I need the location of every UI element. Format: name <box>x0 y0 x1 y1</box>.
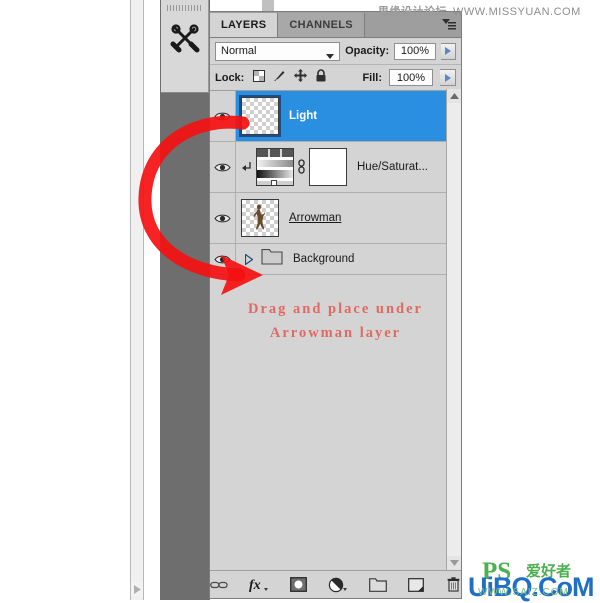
tool-dock-panel[interactable] <box>161 0 209 93</box>
link-chain-icon[interactable] <box>297 159 306 175</box>
svg-text:fx: fx <box>249 578 261 593</box>
blend-options-row: Normal Opacity: 100% <box>210 38 461 64</box>
adjustment-thumbnail-wrap[interactable] <box>236 148 347 186</box>
watermark-top: 思缘设计论坛 WWW.MISSYUAN.COM <box>378 3 581 19</box>
tab-layers[interactable]: LAYERS <box>210 13 279 37</box>
watermark-top-cn: 思缘设计论坛 <box>378 6 447 18</box>
layer-name-light[interactable]: Light <box>279 110 317 122</box>
annotation-line-1: Drag and place under <box>248 301 423 317</box>
fill-input[interactable]: 100% <box>389 69 433 86</box>
instruction-annotation: Drag and place under Arrowman layer <box>210 275 461 345</box>
eye-visibility-icon[interactable] <box>210 91 236 141</box>
transparent-checker-thumbnail[interactable] <box>239 95 281 137</box>
eye-visibility-icon[interactable] <box>210 142 236 192</box>
fill-spinner-arrow-icon[interactable] <box>440 69 456 86</box>
eye-visibility-icon[interactable] <box>210 244 236 274</box>
layer-name-hue-saturation[interactable]: Hue/Saturat... <box>347 161 428 173</box>
opacity-label: Opacity: <box>345 45 390 57</box>
lock-position-icon[interactable] <box>294 68 308 87</box>
watermark-top-url: WWW.MISSYUAN.COM <box>453 6 581 18</box>
watermark-bottom: PS 爱好者 UiBQ.CoM WWW.SAIZ.COM <box>468 558 600 602</box>
annotation-line-2: Arrowman layer <box>269 325 402 341</box>
lock-all-icon[interactable] <box>315 68 327 87</box>
layer-list: Light Hue/Saturat... Arrowman Background <box>210 91 461 275</box>
lock-label: Lock: <box>215 71 245 84</box>
layer-list-scrollbar[interactable] <box>446 89 461 570</box>
delete-layer-button[interactable] <box>445 576 461 594</box>
document-scrollbar-gutter[interactable] <box>130 0 274 600</box>
layer-row-light[interactable]: Light <box>210 91 461 142</box>
hue-saturation-gradient-thumbnail[interactable] <box>256 148 294 186</box>
fill-label: Fill: <box>362 71 382 84</box>
lock-icon-group <box>253 68 327 87</box>
layers-panel-footer: fx <box>210 570 461 598</box>
new-layer-button[interactable] <box>408 576 424 594</box>
clipping-mask-arrow-icon <box>241 161 253 173</box>
blend-mode-value: Normal <box>221 45 257 57</box>
layer-thumbnail-wrap[interactable] <box>236 95 281 137</box>
layer-row-arrowman[interactable]: Arrowman <box>210 193 461 244</box>
tools-wrench-screwdriver-icon[interactable] <box>169 22 201 54</box>
tab-channels[interactable]: CHANNELS <box>278 13 365 37</box>
layer-row-hue-saturation[interactable]: Hue/Saturat... <box>210 142 461 193</box>
layer-thumbnail-wrap[interactable] <box>236 199 279 237</box>
layer-style-button[interactable]: fx <box>249 576 269 594</box>
folder-icon <box>261 248 283 270</box>
panel-menu-icon[interactable] <box>441 18 457 31</box>
chevron-down-icon[interactable] <box>326 50 335 62</box>
opacity-spinner-arrow-icon[interactable] <box>440 42 456 60</box>
new-group-button[interactable] <box>369 576 387 594</box>
white-layer-mask-thumbnail[interactable] <box>309 148 347 186</box>
scroll-right-arrow-icon[interactable] <box>131 582 143 596</box>
eye-visibility-icon[interactable] <box>210 193 236 243</box>
link-layers-button[interactable] <box>210 576 228 594</box>
layer-name-arrowman[interactable]: Arrowman <box>279 212 341 224</box>
new-adjustment-layer-button[interactable] <box>328 576 348 594</box>
scroll-up-arrow-icon[interactable] <box>447 89 461 103</box>
add-layer-mask-button[interactable] <box>290 576 307 594</box>
layer-row-background[interactable]: Background <box>210 244 461 275</box>
screenshot-root: LAYERS CHANNELS Normal Opacity: 100% Loc… <box>0 0 600 602</box>
arrowman-figure-thumbnail[interactable] <box>241 199 279 237</box>
disclosure-triangle-right-icon[interactable] <box>242 253 256 265</box>
lock-transparent-pixels-icon[interactable] <box>253 69 266 87</box>
lock-image-pixels-icon[interactable] <box>273 69 286 87</box>
watermark-bottom-url: WWW.SAIZ.COM <box>478 587 569 598</box>
layers-panel: LAYERS CHANNELS Normal Opacity: 100% Loc… <box>209 11 462 599</box>
layer-name-background[interactable]: Background <box>283 253 354 265</box>
scroll-down-arrow-icon[interactable] <box>447 556 461 570</box>
blend-mode-select[interactable]: Normal <box>215 41 341 62</box>
opacity-input[interactable]: 100% <box>394 42 436 60</box>
panel-drag-grip[interactable] <box>167 5 203 11</box>
lock-options-row: Lock: Fill: 100% <box>210 64 461 91</box>
